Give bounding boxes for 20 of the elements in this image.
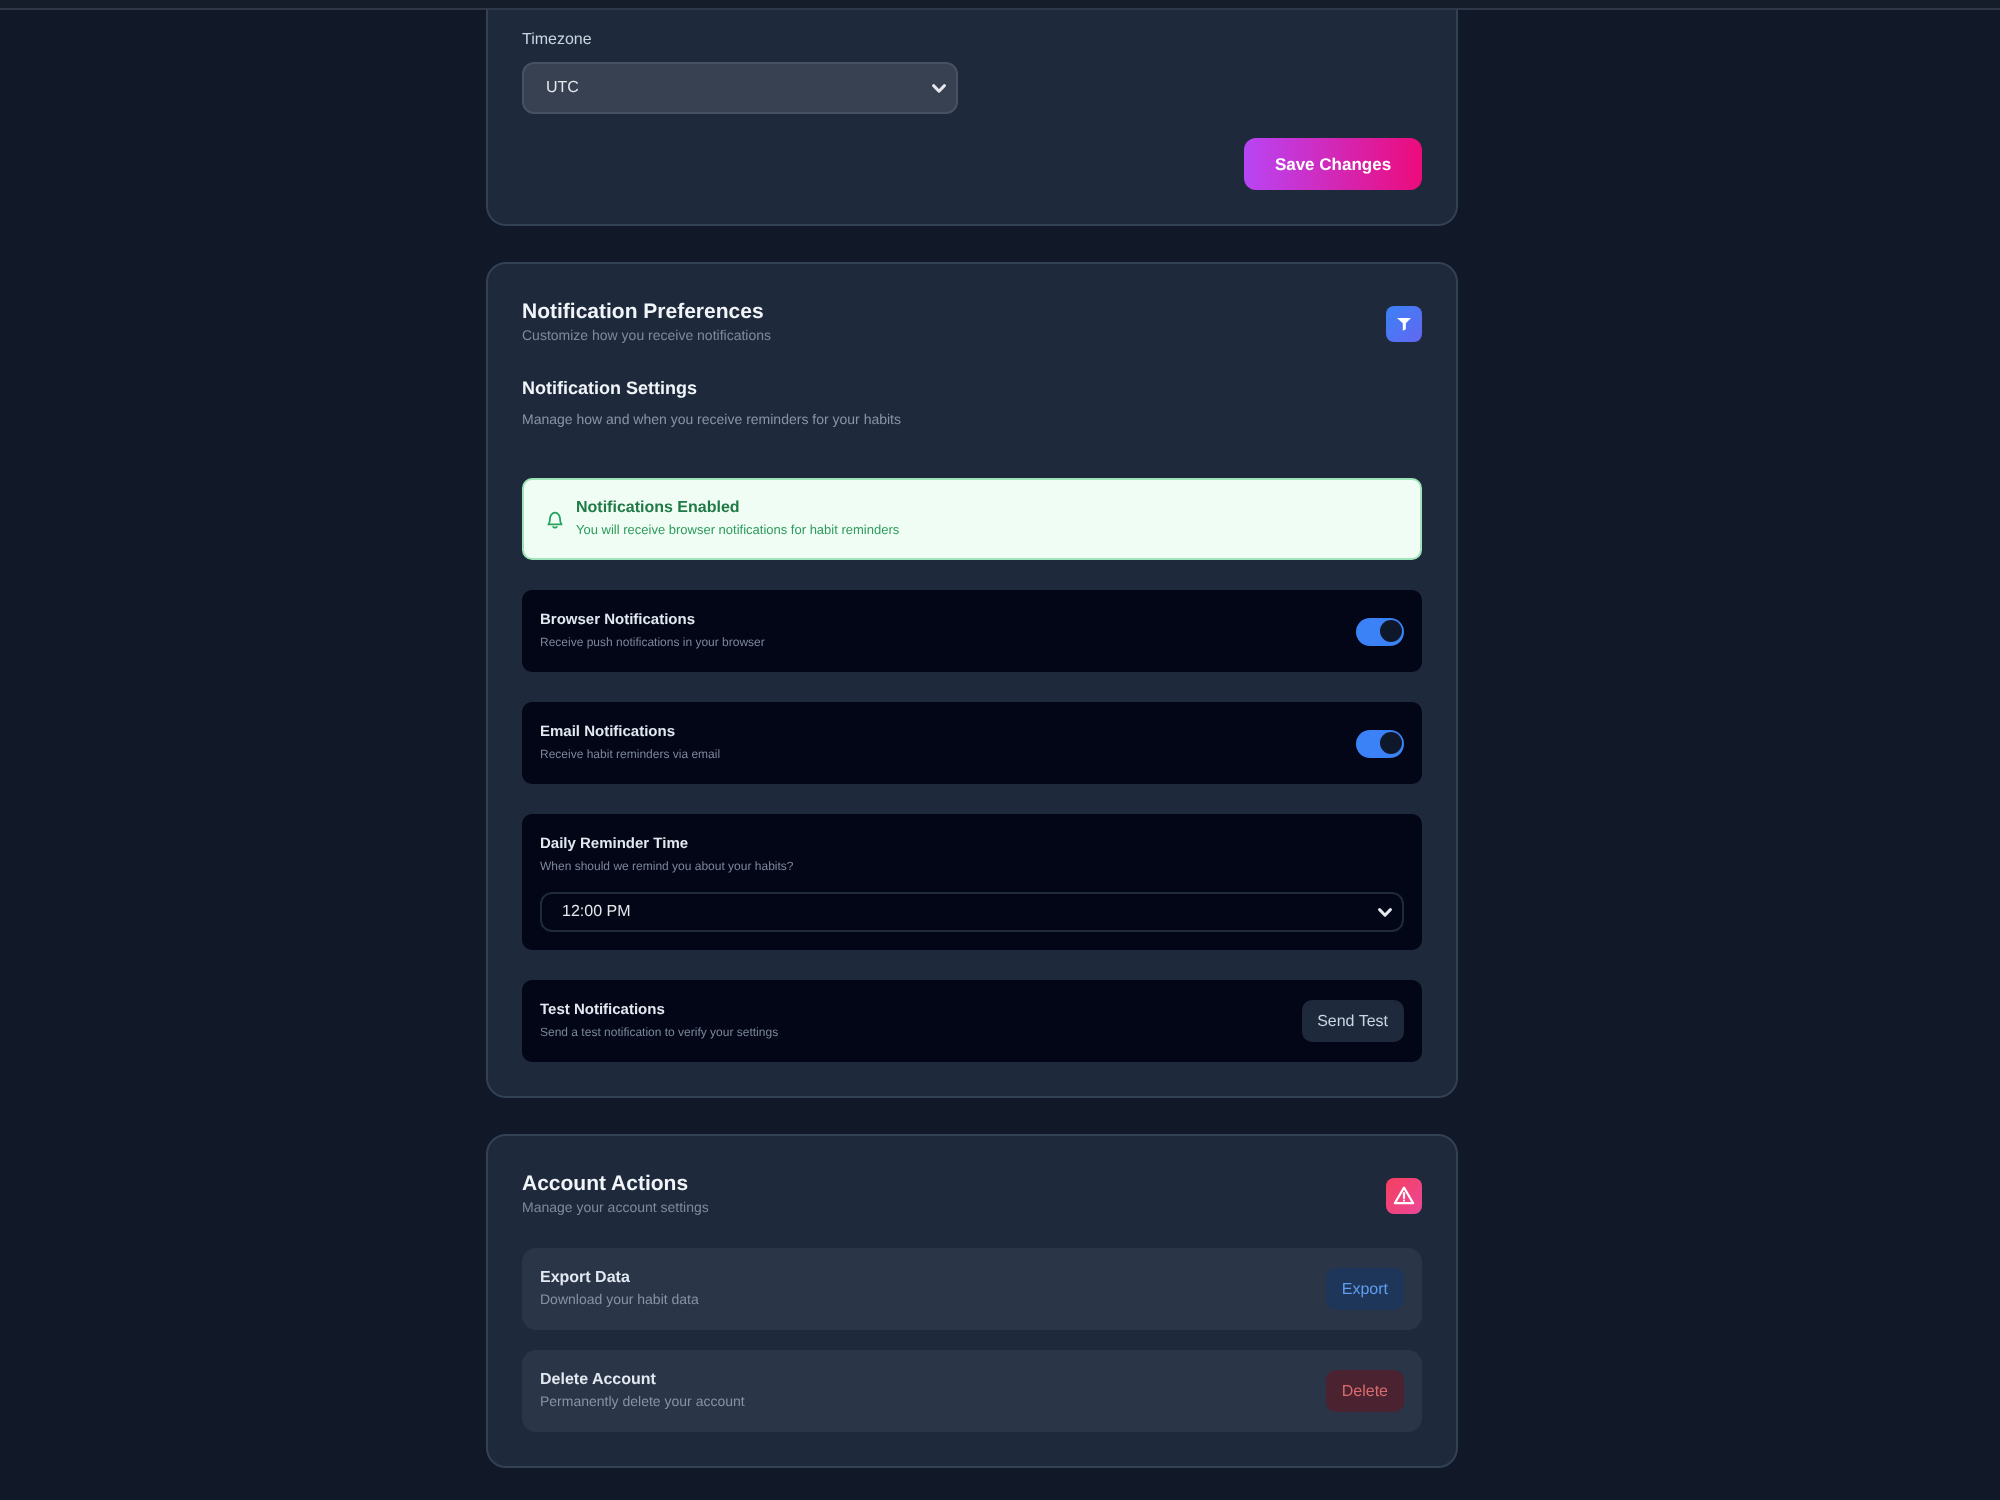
send-test-button[interactable]: Send Test <box>1301 1000 1404 1042</box>
funnel-icon <box>1386 305 1422 341</box>
card-title: Notification Preferences <box>522 298 766 326</box>
card-title: Account Actions <box>522 1170 691 1198</box>
timezone-select[interactable]: UTC <box>522 62 958 114</box>
chevron-down-icon <box>1378 907 1392 917</box>
action-title: Export Data <box>540 1266 632 1290</box>
time-select[interactable]: 12:00 PM <box>540 892 1404 932</box>
warning-icon <box>1386 1177 1422 1213</box>
save-changes-button[interactable]: Save Changes <box>1244 138 1422 190</box>
delete-button[interactable]: Delete <box>1325 1370 1404 1412</box>
chevron-down-icon <box>932 83 946 93</box>
section-title: Notification Settings <box>522 376 699 402</box>
action-title: Delete Account <box>540 1368 658 1392</box>
alert-title: Notifications Enabled <box>576 496 742 520</box>
field-label: Timezone <box>522 28 592 52</box>
toggle-switch[interactable] <box>1356 617 1404 645</box>
export-button[interactable]: Export <box>1325 1268 1404 1310</box>
toggle-switch[interactable] <box>1356 729 1404 757</box>
bell-icon <box>546 509 564 529</box>
